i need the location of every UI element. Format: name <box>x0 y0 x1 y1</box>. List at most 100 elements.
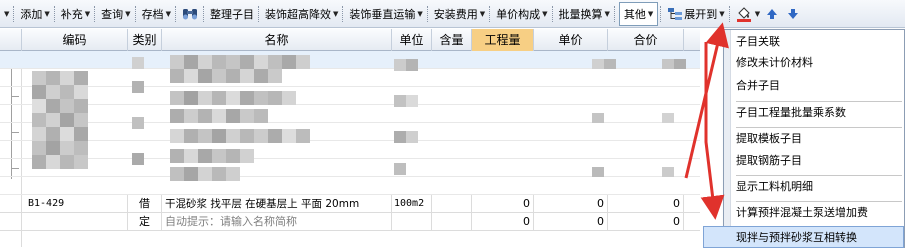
cell-total[interactable]: 0 <box>608 213 684 231</box>
cell-content[interactable] <box>432 213 472 231</box>
decor-height-button[interactable]: 装饰超高降效 ▼ <box>263 3 340 25</box>
pixelated-content <box>32 55 686 181</box>
cell-type[interactable]: 借 <box>128 195 162 213</box>
menu-item-item-link[interactable]: 子目关联 <box>732 31 904 53</box>
header-unit[interactable]: 单位 <box>392 29 432 51</box>
toolbar-separator <box>53 5 56 22</box>
header-quantity[interactable]: 工程量 <box>472 29 534 51</box>
decor-vertical-label: 装饰垂直运输 <box>349 7 416 21</box>
chevron-down-icon: ▼ <box>719 9 725 18</box>
header-unit-price[interactable]: 单价 <box>534 29 608 51</box>
chevron-down-icon: ▼ <box>125 9 131 18</box>
menu-item-extract-formwork[interactable]: 提取模板子目 <box>732 128 904 150</box>
unit-price-composition-label: 单价构成 <box>496 7 541 21</box>
paint-bucket-icon <box>736 6 752 22</box>
toolbar-overflow-caret[interactable]: ▼ <box>0 3 11 25</box>
toolbar-separator <box>94 5 96 22</box>
organize-items-label: 整理子目 <box>209 7 254 21</box>
cell-quantity[interactable]: 0 <box>472 213 534 231</box>
menu-item-batch-multiply[interactable]: 子目工程量批量乘系数 <box>732 102 904 124</box>
archive-button[interactable]: 存档 ▼ <box>140 3 173 25</box>
chevron-down-icon: ▼ <box>479 9 486 18</box>
archive-label: 存档 <box>141 7 164 21</box>
toolbar-separator <box>660 5 662 22</box>
cell-unit[interactable] <box>392 213 432 231</box>
cell-quantity[interactable]: 0 <box>472 195 534 213</box>
arrow-down-icon <box>785 6 801 22</box>
binoculars-icon <box>182 6 198 22</box>
budget-item-grid: 编码 类别 名称 单位 含量 工程量 单价 合价 B1-429 借 干混砂浆 找… <box>0 29 700 248</box>
fill-color-button[interactable]: ▼ <box>734 3 762 25</box>
chevron-down-icon: ▼ <box>542 9 548 18</box>
decor-vertical-button[interactable]: 装饰垂直运输 ▼ <box>347 3 424 25</box>
add-label: 添加 <box>20 7 43 21</box>
cell-content[interactable] <box>432 195 472 213</box>
cell-name-hint[interactable]: 自动提示：请输入名称简称 <box>162 213 392 231</box>
cell-name[interactable]: 干混砂浆 找平层 在硬基层上 平面 20mm <box>162 195 392 213</box>
cell-type[interactable]: 定 <box>128 213 162 231</box>
tree-expand-icon <box>667 6 683 22</box>
chevron-down-icon: ▼ <box>4 9 10 18</box>
other-dropdown-menu: 子目关联 修改未计价材料 合并子目 子目工程量批量乘系数 提取模板子目 提取钢筋… <box>703 29 905 248</box>
menu-item-merge-items[interactable]: 合并子目 <box>732 75 904 97</box>
header-code[interactable]: 编码 <box>22 29 128 51</box>
header-gutter <box>0 29 22 51</box>
arrow-up-icon <box>764 6 780 22</box>
cell-unit-price[interactable]: 0 <box>534 213 608 231</box>
unit-price-composition-button[interactable]: 单价构成 ▼ <box>494 3 549 25</box>
header-total[interactable]: 合价 <box>608 29 684 51</box>
table-row[interactable]: B1-429 借 干混砂浆 找平层 在硬基层上 平面 20mm 100m2 0 … <box>0 195 700 213</box>
menu-item-edit-unpriced-material[interactable]: 修改未计价材料 <box>732 52 904 74</box>
other-menu-button[interactable]: 其他 ▼ <box>618 1 659 26</box>
menu-item-show-material-details[interactable]: 显示工料机明细 <box>732 176 904 198</box>
find-button[interactable] <box>180 3 201 25</box>
menu-item-extract-rebar[interactable]: 提取钢筋子目 <box>732 150 904 172</box>
menu-icon-strip <box>724 30 731 247</box>
batch-convert-button[interactable]: 批量换算 ▼ <box>557 3 612 25</box>
chevron-down-icon: ▼ <box>44 9 50 18</box>
menu-item-pump-surcharge[interactable]: 计算预拌混凝土泵送增加费 <box>732 202 904 224</box>
supplement-label: 补充 <box>60 7 83 21</box>
move-up-button[interactable] <box>762 3 783 25</box>
query-label: 查询 <box>101 7 124 21</box>
toolbar-separator <box>202 5 205 22</box>
grid-header: 编码 类别 名称 单位 含量 工程量 单价 合价 <box>0 29 700 51</box>
header-type[interactable]: 类别 <box>128 29 162 51</box>
toolbar-separator <box>489 5 491 22</box>
cell-total[interactable]: 0 <box>608 195 684 213</box>
toolbar-separator <box>728 5 731 22</box>
cell-unit-price[interactable]: 0 <box>534 195 608 213</box>
move-down-button[interactable] <box>783 3 804 25</box>
batch-convert-label: 批量换算 <box>558 7 603 21</box>
chevron-down-icon: ▼ <box>84 9 91 18</box>
cell-code[interactable] <box>22 213 128 231</box>
toolbar-separator <box>174 5 177 22</box>
cell-code[interactable]: B1-429 <box>22 195 128 213</box>
toolbar-separator <box>551 5 554 22</box>
install-fee-button[interactable]: 安装费用 ▼ <box>432 3 487 25</box>
chevron-down-icon: ▼ <box>754 9 761 18</box>
header-content[interactable]: 含量 <box>432 29 472 51</box>
chevron-down-icon: ▼ <box>604 9 610 18</box>
query-button[interactable]: 查询 ▼ <box>99 3 132 25</box>
add-button[interactable]: 添加 ▼ <box>18 3 51 25</box>
chevron-down-icon: ▼ <box>647 9 654 18</box>
toolbar-separator <box>426 5 429 22</box>
header-name[interactable]: 名称 <box>162 29 392 51</box>
decor-height-label: 装饰超高降效 <box>264 7 331 21</box>
toolbar-separator <box>342 5 344 22</box>
other-menu-label: 其他 <box>623 7 646 21</box>
toolbar-separator <box>13 5 15 22</box>
chevron-down-icon: ▼ <box>332 9 339 18</box>
organize-items-button[interactable]: 整理子目 <box>208 3 256 25</box>
toolbar-separator <box>613 5 616 22</box>
cell-unit[interactable]: 100m2 <box>392 195 432 213</box>
supplement-button[interactable]: 补充 ▼ <box>59 3 92 25</box>
toolbar: ▼ 添加 ▼ 补充 ▼ 查询 ▼ 存档 ▼ 整理子目 装饰超高降效 ▼ 装饰垂直运输 ▼ 安… <box>0 0 905 28</box>
toolbar-separator <box>134 5 137 22</box>
toolbar-separator <box>257 5 260 22</box>
table-row[interactable]: 定 自动提示：请输入名称简称 0 0 0 <box>0 213 700 231</box>
menu-item-mortar-conversion[interactable]: 现拌与预拌砂浆互相转换 <box>703 226 904 248</box>
chevron-down-icon: ▼ <box>165 9 171 18</box>
expand-to-button[interactable]: 展开到 ▼ <box>665 3 726 25</box>
